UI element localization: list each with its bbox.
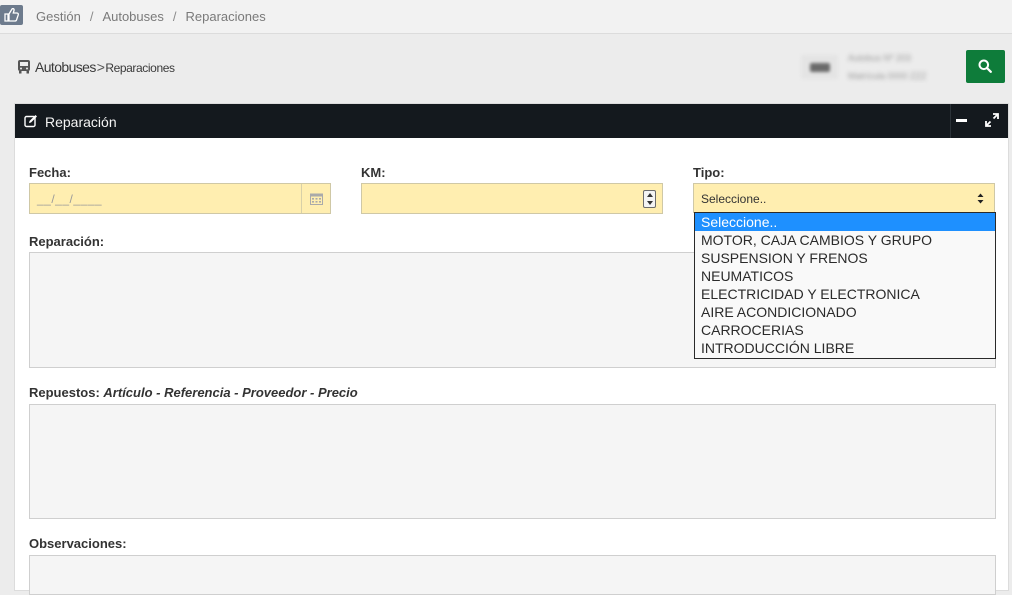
tipo-select[interactable]: Seleccione.. (693, 183, 995, 213)
breadcrumb-bar: Gestión / Autobuses / Reparaciones (0, 0, 1012, 34)
tipo-selected-value: Seleccione.. (701, 192, 767, 206)
calendar-button[interactable] (301, 184, 330, 213)
vehicle-plate: Matrícula 0000 ZZZ (848, 71, 927, 81)
observaciones-textarea[interactable] (29, 555, 996, 595)
thumbs-up-icon[interactable] (0, 5, 23, 25)
tipo-label: Tipo: (693, 165, 725, 180)
vehicle-number: Autobus Nº 203 (848, 53, 911, 63)
tipo-option[interactable]: MOTOR, CAJA CAMBIOS Y GRUPO (695, 231, 995, 249)
breadcrumb-item-reparaciones: Reparaciones (185, 9, 266, 24)
fecha-input[interactable]: __/__/____ (29, 183, 331, 214)
page-header: Autobuses>Reparaciones Autobus Nº 203 Ma… (0, 35, 1012, 101)
panel-header: Reparación (15, 104, 1008, 138)
page-title-main: Autobuses (35, 59, 96, 75)
tipo-option[interactable]: NEUMATICOS (695, 267, 995, 285)
stepper-down-icon[interactable] (647, 201, 653, 205)
search-icon (978, 59, 992, 73)
tipo-option[interactable]: ELECTRICIDAD Y ELECTRONICA (695, 285, 995, 303)
expand-icon[interactable] (985, 113, 999, 127)
km-label: KM: (361, 165, 386, 180)
select-arrows-icon (977, 193, 984, 204)
repuestos-hint: Artículo - Referencia - Proveedor - Prec… (103, 385, 358, 400)
stepper-up-icon[interactable] (647, 193, 653, 197)
vehicle-info: Autobus Nº 203 Matrícula 0000 ZZZ (801, 47, 961, 87)
panel-controls (950, 104, 1008, 138)
tipo-dropdown-list: Seleccione.. MOTOR, CAJA CAMBIOS Y GRUPO… (694, 212, 996, 359)
tipo-option[interactable]: AIRE ACONDICIONADO (695, 303, 995, 321)
page-title-sub: Reparaciones (105, 61, 175, 75)
fecha-label: Fecha: (29, 165, 71, 180)
tipo-option[interactable]: INTRODUCCIÓN LIBRE (695, 339, 995, 357)
search-button[interactable] (966, 50, 1005, 83)
edit-icon (24, 114, 38, 133)
tipo-option[interactable]: CARROCERIAS (695, 321, 995, 339)
bus-icon (17, 59, 31, 77)
tipo-option[interactable]: Seleccione.. (695, 213, 995, 231)
panel-title: Reparación (45, 114, 117, 130)
km-stepper[interactable] (643, 190, 656, 208)
repuestos-label-text: Repuestos: (29, 385, 100, 400)
page-title-separator: > (96, 59, 105, 75)
breadcrumb: Gestión / Autobuses / Reparaciones (36, 9, 266, 24)
repuestos-label: Repuestos: Artículo - Referencia - Prove… (29, 385, 358, 400)
km-input[interactable] (361, 183, 663, 214)
breadcrumb-item-gestion[interactable]: Gestión (36, 9, 81, 24)
fecha-placeholder: __/__/____ (37, 192, 103, 206)
breadcrumb-item-autobuses[interactable]: Autobuses (102, 9, 163, 24)
tipo-option[interactable]: SUSPENSION Y FRENOS (695, 249, 995, 267)
minimize-icon[interactable] (956, 119, 967, 122)
calendar-icon (310, 193, 323, 205)
repair-panel: Reparación Fecha: __/__/____ KM: Tipo: S… (14, 103, 1009, 595)
observaciones-label: Observaciones: (29, 536, 127, 551)
reparacion-label: Reparación: (29, 234, 105, 249)
page-title: Autobuses>Reparaciones (17, 59, 175, 77)
vehicle-thumbnail (801, 55, 838, 79)
repuestos-textarea[interactable] (29, 404, 996, 519)
